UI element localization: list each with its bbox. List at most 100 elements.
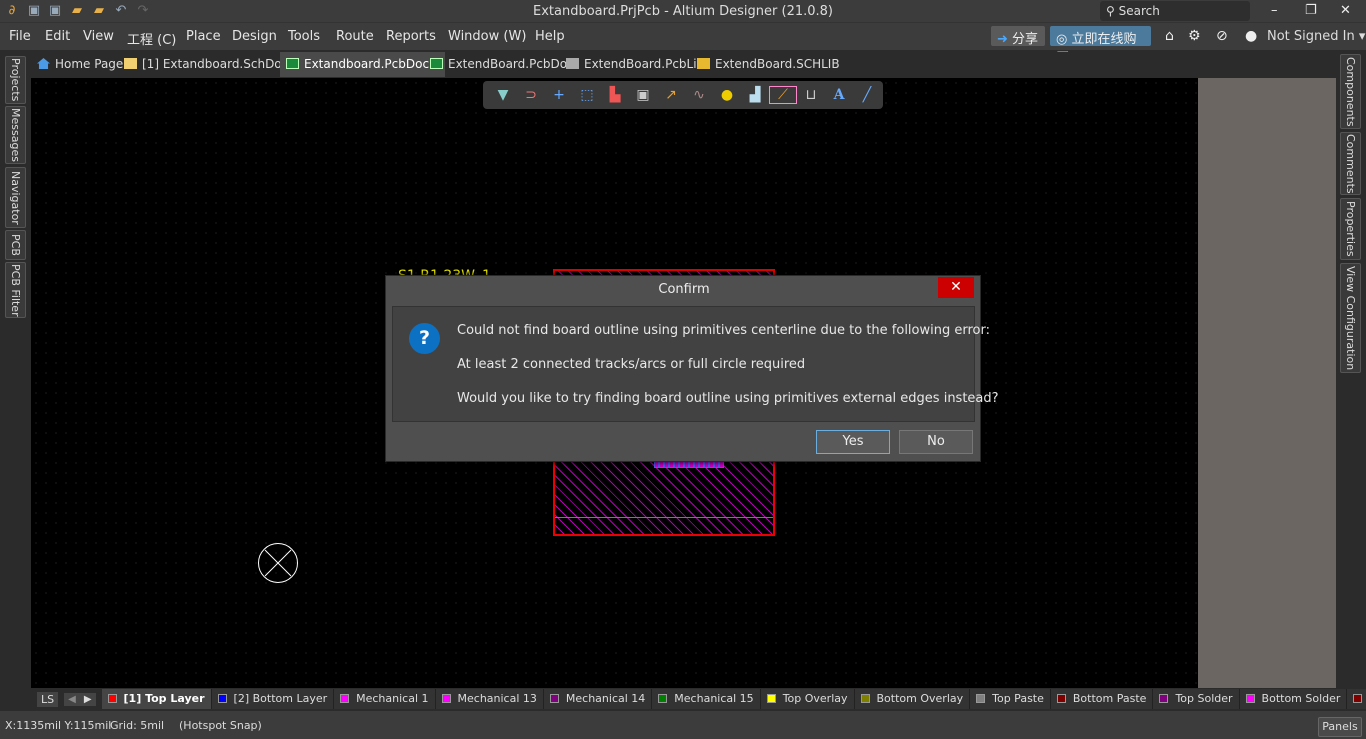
layer-tab[interactable]: Mechanical 13	[435, 689, 544, 709]
dimension-icon[interactable]: ⊔	[797, 87, 825, 103]
layer-label: Mechanical 14	[565, 692, 646, 705]
tab-schdoc[interactable]: [1] Extandboard.SchDoc *	[118, 52, 304, 77]
layer-tab[interactable]: [1] Top Layer	[101, 689, 212, 709]
footprint-line	[555, 517, 773, 518]
polygon-icon[interactable]: ▟	[741, 87, 769, 103]
layer-tab[interactable]: D	[1347, 689, 1366, 709]
tab-label: ExtendBoard.SCHLIB	[715, 57, 840, 71]
align-icon[interactable]: ▙	[601, 87, 629, 103]
panels-button[interactable]: Panels	[1318, 717, 1362, 737]
layer-tab[interactable]: Bottom Solder	[1239, 689, 1348, 709]
layer-label: Mechanical 15	[674, 692, 754, 705]
title-bar: ∂ ▣ ▣ ▰ ▰ ↶ ↷ Extandboard.PrjPcb - Altiu…	[0, 0, 1366, 22]
buy-online-button[interactable]: ◎ 立即在线购买	[1050, 26, 1151, 66]
menu-window[interactable]: Window (W)	[448, 29, 526, 44]
user-label: Not Signed In	[1267, 29, 1355, 44]
layer-label: Mechanical 13	[457, 692, 537, 705]
notifications-off-icon[interactable]: ⊘	[1216, 28, 1228, 44]
panel-tab-pcb[interactable]: PCB	[5, 230, 26, 260]
dialog-message-1: Could not find board outline using primi…	[457, 323, 990, 338]
home-icon	[37, 58, 50, 69]
layer-color-swatch	[1245, 694, 1255, 703]
tab-pcbdoc-active[interactable]: Extandboard.PcbDoc *	[280, 52, 445, 77]
layer-tab[interactable]: Top Paste	[970, 689, 1051, 709]
layer-tab[interactable]: Mechanical 14	[543, 689, 653, 709]
status-bar: X:1135mil Y:115mil Grid: 5mil (Hotspot S…	[0, 711, 1366, 739]
active-bar-toolbar: ▼ ⊃ + ⬚ ▙ ▣ ↗ ∿ ● ▟ ⟋ ⊔ A ╱	[483, 81, 883, 109]
menu-edit[interactable]: Edit	[45, 29, 70, 44]
tab-label: ExtendBoard.PcbDoc	[448, 57, 574, 71]
search-input[interactable]: ⚲ Search	[1100, 1, 1250, 21]
close-window-button[interactable]: ✕	[1340, 3, 1351, 18]
layer-set-button[interactable]: LS	[37, 691, 59, 707]
menu-file[interactable]: File	[9, 29, 31, 44]
menu-route[interactable]: Route	[336, 29, 374, 44]
layer-tab[interactable]: Bottom Overlay	[854, 689, 971, 709]
layer-label: Top Overlay	[782, 692, 848, 705]
text-icon[interactable]: A	[825, 87, 853, 103]
menu-reports[interactable]: Reports	[386, 29, 436, 44]
home-icon[interactable]: ⌂	[1165, 28, 1174, 44]
menu-design[interactable]: Design	[232, 29, 277, 44]
layer-scroll-left-button[interactable]: ◀	[64, 692, 80, 706]
panel-tab-view-configuration[interactable]: View Configuration	[1340, 263, 1361, 373]
layer-color-swatch	[1056, 694, 1066, 703]
menu-help[interactable]: Help	[535, 29, 565, 44]
layer-color-swatch	[217, 694, 227, 703]
panel-tab-properties[interactable]: Properties	[1340, 198, 1361, 260]
select-area-icon[interactable]: ⬚	[573, 87, 601, 103]
component-icon[interactable]: ▣	[629, 87, 657, 103]
tab-extendboard-pcbdoc[interactable]: ExtendBoard.PcbDoc	[424, 52, 580, 77]
tab-schlib[interactable]: ExtendBoard.SCHLIB	[691, 52, 846, 77]
share-button[interactable]: ➜ 分享	[991, 26, 1045, 47]
route-icon[interactable]: ↗	[657, 87, 685, 103]
layer-scroll-right-button[interactable]: ▶	[79, 692, 96, 706]
canvas-outside-area	[1198, 78, 1336, 688]
tab-home-page[interactable]: Home Page	[31, 52, 129, 77]
layer-tab[interactable]: Bottom Paste	[1050, 689, 1154, 709]
cursor-coordinates: X:1135mil Y:115mil	[5, 719, 112, 732]
share-arrow-icon: ➜	[997, 32, 1008, 47]
user-menu[interactable]: Not Signed In ▾	[1267, 29, 1365, 44]
panel-tab-comments[interactable]: Comments	[1340, 132, 1361, 195]
layer-label: Top Paste	[992, 692, 1044, 705]
layer-label: Bottom Overlay	[876, 692, 964, 705]
minimize-button[interactable]: –	[1271, 3, 1278, 18]
layer-tab[interactable]: Top Solder	[1153, 689, 1240, 709]
layer-tab[interactable]: Top Overlay	[760, 689, 855, 709]
menu-view[interactable]: View	[83, 29, 114, 44]
crosshair-icon[interactable]: +	[545, 87, 573, 103]
panel-tab-pcb-filter[interactable]: PCB Filter	[5, 262, 26, 318]
search-placeholder: Search	[1118, 4, 1160, 18]
layer-color-swatch	[441, 694, 451, 703]
via-icon[interactable]: ●	[713, 87, 741, 103]
panel-tab-components[interactable]: Components	[1340, 54, 1361, 129]
gear-icon[interactable]: ⚙	[1188, 28, 1201, 44]
user-icon[interactable]: ●	[1245, 28, 1257, 44]
no-button[interactable]: No	[899, 430, 973, 454]
yes-button[interactable]: Yes	[816, 430, 890, 454]
tab-label: ExtendBoard.PcbLib	[584, 57, 705, 71]
menu-place[interactable]: Place	[186, 29, 221, 44]
dialog-close-button[interactable]: ✕	[938, 277, 974, 298]
layer-tab[interactable]: [2] Bottom Layer	[211, 689, 335, 709]
share-label: 分享	[1012, 32, 1039, 47]
restore-button[interactable]: ❐	[1305, 3, 1317, 18]
track-icon[interactable]: ⟋	[769, 86, 797, 104]
panel-tab-navigator[interactable]: Navigator	[5, 167, 26, 228]
layer-tab[interactable]: Mechanical 15	[652, 689, 761, 709]
panel-tab-projects[interactable]: Projects	[5, 56, 26, 104]
grid-size: Grid: 5mil	[110, 719, 165, 732]
layer-color-swatch	[1353, 694, 1363, 703]
line-icon[interactable]: ╱	[853, 87, 881, 103]
tab-pcblib[interactable]: ExtendBoard.PcbLib	[560, 52, 710, 77]
panel-tab-messages[interactable]: Messages	[5, 106, 26, 164]
diff-pair-icon[interactable]: ∿	[685, 87, 713, 103]
snap-magnet-icon[interactable]: ⊃	[517, 87, 545, 103]
snap-mode: (Hotspot Snap)	[179, 719, 262, 732]
menu-tools[interactable]: Tools	[288, 29, 320, 44]
layer-tab[interactable]: Mechanical 1	[334, 689, 436, 709]
layer-label: [1] Top Layer	[123, 692, 205, 705]
menu-project[interactable]: 工程 (C)	[127, 29, 176, 48]
filter-icon[interactable]: ▼	[489, 87, 517, 103]
